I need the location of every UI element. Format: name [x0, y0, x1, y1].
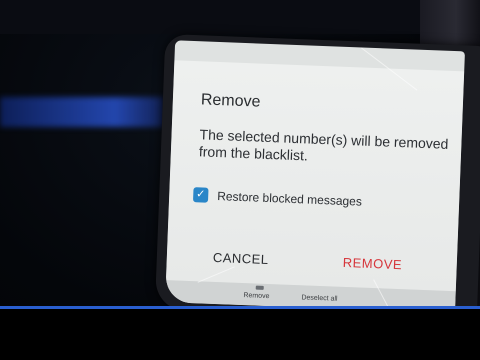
letterbox-bottom [0, 309, 480, 360]
video-frame: Remove The selected number(s) will be re… [0, 0, 480, 360]
background-top [0, 0, 480, 34]
remove-toolbar-icon [255, 285, 264, 290]
remove-dialog: Remove The selected number(s) will be re… [165, 60, 465, 292]
phone-screen: Remove The selected number(s) will be re… [165, 40, 465, 314]
remove-button[interactable]: REMOVE [342, 255, 402, 272]
dialog-title: Remove [200, 91, 261, 111]
toolbar-remove-button[interactable]: Remove [243, 292, 269, 300]
blue-light-glow [0, 97, 165, 127]
checkbox-checked-icon[interactable]: ✓ [192, 187, 209, 203]
restore-messages-option[interactable]: ✓ Restore blocked messages [192, 187, 363, 209]
cancel-button[interactable]: CANCEL [213, 250, 269, 267]
checkbox-label: Restore blocked messages [216, 188, 363, 209]
phone: Remove The selected number(s) will be re… [154, 33, 480, 323]
dialog-message: The selected number(s) will be removed f… [198, 126, 449, 164]
toolbar-deselect-all-button[interactable]: Deselect all [301, 294, 337, 302]
